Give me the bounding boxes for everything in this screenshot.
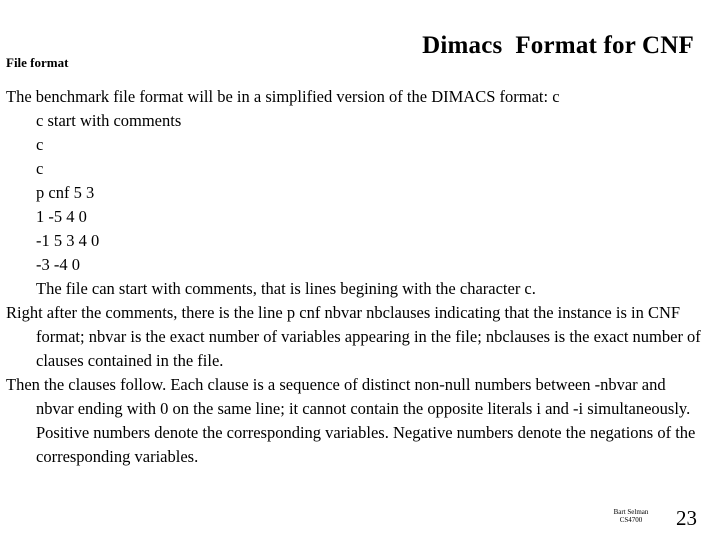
problem-line-paragraph: Right after the comments, there is the l… [6,303,701,370]
example-line: -1 5 3 4 0 [36,231,100,250]
intro-paragraph: The benchmark file format will be in a s… [6,87,560,106]
example-line: p cnf 5 3 [36,183,95,202]
slide-canvas: Dimacs Format for CNF File format The be… [0,0,720,540]
comment-note: The file can start with comments, that i… [36,279,536,298]
page-number: 23 [676,506,697,530]
footer-author: Bart Selman [613,508,649,516]
example-line: c [36,159,44,178]
footer-credit: Bart Selman CS4700 [596,508,666,524]
clauses-paragraph: Then the clauses follow. Each clause is … [6,375,696,466]
slide-body: The benchmark file format will be in a s… [6,85,706,469]
example-line: 1 -5 4 0 [36,207,87,226]
example-line: c [36,135,44,154]
slide-footer: Bart Selman CS4700 23 [0,504,720,540]
example-line: -3 -4 0 [36,255,80,274]
page-title: Dimacs Format for CNF [422,32,694,59]
footer-course: CS4700 [619,516,643,524]
example-line: c start with comments [36,111,182,130]
section-label-file-format: File format [6,55,69,70]
